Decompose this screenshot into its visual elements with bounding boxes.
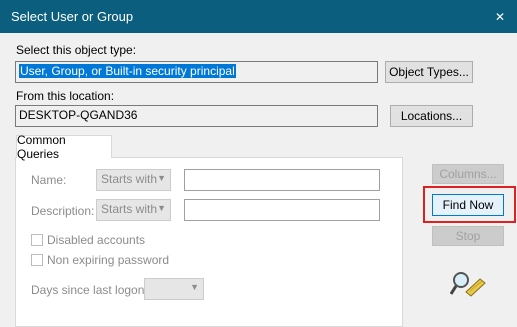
columns-button: Columns... <box>432 164 504 184</box>
disabled-accounts-label: Disabled accounts <box>47 233 146 247</box>
object-types-button[interactable]: Object Types... <box>385 61 473 83</box>
chevron-down-icon: ▼ <box>190 282 199 292</box>
name-mode-value: Starts with <box>101 172 158 186</box>
find-now-button[interactable]: Find Now <box>432 194 504 216</box>
search-icon <box>450 272 486 297</box>
chevron-down-icon: ▼ <box>157 203 166 213</box>
window-title: Select User or Group <box>11 9 134 24</box>
non-expiring-password-checkbox <box>31 254 43 266</box>
object-type-value: User, Group, or Built-in security princi… <box>19 64 236 78</box>
description-input <box>184 199 380 221</box>
object-type-label: Select this object type: <box>16 43 137 57</box>
name-mode-select: Starts with ▼ <box>96 169 171 191</box>
days-since-logon-select: ▼ <box>144 278 204 300</box>
days-since-logon-label: Days since last logon: <box>31 283 148 297</box>
name-input <box>184 169 380 191</box>
description-mode-value: Starts with <box>101 202 158 216</box>
close-icon[interactable]: ✕ <box>483 0 517 33</box>
title-bar: Select User or Group ✕ <box>0 0 517 33</box>
object-type-field[interactable]: User, Group, or Built-in security princi… <box>15 61 378 83</box>
location-field: DESKTOP-QGAND36 <box>15 105 378 127</box>
locations-button[interactable]: Locations... <box>390 105 473 127</box>
stop-button: Stop <box>432 226 504 246</box>
disabled-accounts-checkbox <box>31 234 43 246</box>
name-label: Name: <box>31 173 67 187</box>
description-mode-select: Starts with ▼ <box>96 199 171 221</box>
description-label: Description: <box>31 204 95 218</box>
common-queries-panel: Name: Starts with ▼ Description: Starts … <box>15 157 403 327</box>
location-label: From this location: <box>16 89 115 103</box>
tab-common-queries[interactable]: Common Queries <box>16 133 112 161</box>
non-expiring-password-label: Non expiring password <box>47 253 170 267</box>
chevron-down-icon: ▼ <box>157 173 166 183</box>
